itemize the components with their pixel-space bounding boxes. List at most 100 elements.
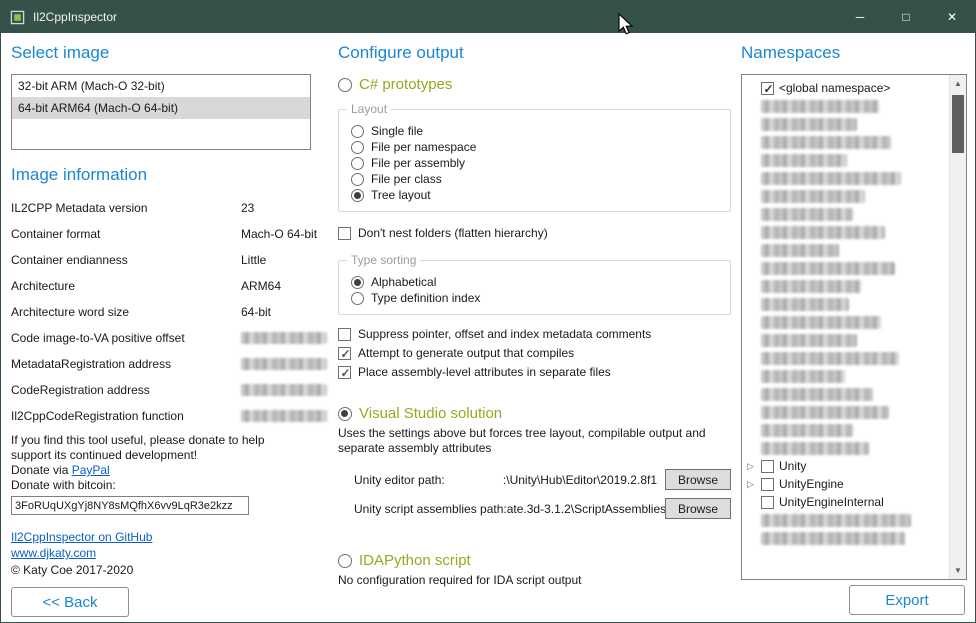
namespace-item[interactable]: [745, 205, 948, 223]
layout-groupbox: Layout Single fileFile per namespaceFile…: [338, 109, 731, 212]
minimize-button[interactable]: ─: [837, 1, 883, 33]
vs-description: Uses the settings above but forces tree …: [338, 426, 731, 456]
namespace-item[interactable]: [745, 277, 948, 295]
configure-output-panel: Configure output C# prototypes Layout Si…: [338, 33, 731, 623]
redacted-namespace: [761, 424, 853, 437]
back-button[interactable]: << Back: [11, 587, 129, 617]
namespace-item[interactable]: [745, 439, 948, 457]
namespaces-header: Namespaces: [741, 43, 967, 63]
github-link[interactable]: Il2CppInspector on GitHub: [11, 530, 152, 544]
radio-icon: [351, 173, 364, 186]
layout-option[interactable]: Single file: [351, 124, 720, 138]
layout-option[interactable]: File per namespace: [351, 140, 720, 154]
type-sorting-option[interactable]: Alphabetical: [351, 275, 720, 289]
flatten-checkbox[interactable]: Don't nest folders (flatten hierarchy): [338, 226, 731, 240]
namespace-item[interactable]: [745, 241, 948, 259]
radio-csharp-prototypes[interactable]: C# prototypes: [338, 76, 731, 93]
radio-idapython-script[interactable]: IDAPython script: [338, 552, 731, 569]
namespaces-box: <global namespace> Unity UnityEngine UnityE…: [741, 74, 967, 580]
titlebar[interactable]: Il2CppInspector ─ □ ✕: [1, 1, 975, 33]
redacted-namespace: [761, 388, 873, 401]
namespace-label: UnityEngine: [779, 477, 844, 491]
namespace-item[interactable]: [745, 223, 948, 241]
paypal-link[interactable]: PayPal: [72, 463, 110, 477]
expander-icon[interactable]: [745, 475, 756, 493]
info-row: Code image-to-VA positive offset: [11, 325, 327, 351]
redacted-namespace: [761, 316, 881, 329]
image-list-item[interactable]: 64-bit ARM64 (Mach-O 64-bit): [12, 97, 310, 119]
browse-script-path-button[interactable]: Browse: [665, 498, 731, 519]
layout-option[interactable]: File per assembly: [351, 156, 720, 170]
namespace-item[interactable]: [745, 421, 948, 439]
namespace-item[interactable]: [745, 313, 948, 331]
export-button[interactable]: Export: [849, 585, 965, 615]
redacted-namespace: [761, 532, 905, 545]
namespace-item[interactable]: [745, 295, 948, 313]
radio-icon: [351, 189, 364, 202]
namespace-item[interactable]: [745, 259, 948, 277]
unity-editor-path-row: Unity editor path: :\Unity\Hub\Editor\20…: [338, 469, 731, 490]
redacted-namespace: [761, 406, 889, 419]
maximize-button[interactable]: □: [883, 1, 929, 33]
info-row: Il2CppCodeRegistration function: [11, 403, 327, 429]
unity-script-path-row: Unity script assemblies path: ate.3d-3.1…: [338, 498, 731, 519]
namespace-item[interactable]: [745, 403, 948, 421]
radio-visual-studio-solution[interactable]: Visual Studio solution: [338, 405, 731, 422]
checkbox-icon: [761, 460, 774, 473]
namespace-item[interactable]: [745, 115, 948, 133]
namespace-item[interactable]: Unity: [745, 457, 948, 475]
namespace-item[interactable]: [745, 367, 948, 385]
namespace-item[interactable]: UnityEngineInternal: [745, 493, 948, 511]
output-checkbox[interactable]: Attempt to generate output that compiles: [338, 346, 731, 360]
info-value: Mach-O 64-bit: [241, 227, 317, 241]
namespace-item[interactable]: [745, 169, 948, 187]
namespace-item[interactable]: [745, 97, 948, 115]
unity-editor-path-value: :\Unity\Hub\Editor\2019.2.8f1: [445, 473, 665, 487]
scroll-up-icon[interactable]: [950, 75, 966, 92]
namespace-item[interactable]: [745, 331, 948, 349]
namespace-item[interactable]: UnityEngine: [745, 475, 948, 493]
namespace-item[interactable]: <global namespace>: [745, 79, 948, 97]
radio-label: Single file: [371, 124, 423, 138]
option-label: Visual Studio solution: [359, 405, 502, 422]
output-checkbox[interactable]: Suppress pointer, offset and index metad…: [338, 327, 731, 341]
checkbox-label: Attempt to generate output that compiles: [358, 346, 574, 360]
checkbox-icon: [338, 347, 351, 360]
scrollbar[interactable]: [949, 75, 966, 579]
groupbox-title: Type sorting: [347, 253, 420, 267]
namespace-item[interactable]: [745, 385, 948, 403]
output-checkbox[interactable]: Place assembly-level attributes in separ…: [338, 365, 731, 379]
radio-label: File per class: [371, 172, 442, 186]
layout-option[interactable]: Tree layout: [351, 188, 720, 202]
checkbox-icon: [761, 478, 774, 491]
namespace-item[interactable]: [745, 151, 948, 169]
info-value: 64-bit: [241, 305, 271, 319]
namespace-item[interactable]: [745, 349, 948, 367]
info-value: Little: [241, 253, 266, 267]
namespace-label: <global namespace>: [779, 81, 890, 95]
namespace-item[interactable]: [745, 529, 948, 547]
expander-icon[interactable]: [745, 457, 756, 475]
image-list-item[interactable]: 32-bit ARM (Mach-O 32-bit): [12, 75, 310, 97]
info-label: Architecture: [11, 279, 241, 293]
layout-options: Single file File per namespace File per as…: [351, 124, 720, 202]
namespace-item[interactable]: [745, 187, 948, 205]
scroll-down-icon[interactable]: [950, 562, 966, 579]
scrollbar-thumb[interactable]: [952, 95, 964, 153]
redacted-namespace: [761, 334, 857, 347]
image-listbox[interactable]: 32-bit ARM (Mach-O 32-bit)64-bit ARM64 (…: [11, 74, 311, 150]
redacted-namespace: [761, 352, 899, 365]
type-sorting-option[interactable]: Type definition index: [351, 291, 720, 305]
close-button[interactable]: ✕: [929, 1, 975, 33]
type-sorting-groupbox: Type sorting AlphabeticalType definition…: [338, 260, 731, 315]
type-sorting-options: Alphabetical Type definition index: [351, 275, 720, 305]
redacted-namespace: [761, 298, 849, 311]
checkbox-label: Suppress pointer, offset and index metad…: [358, 327, 651, 341]
website-link[interactable]: www.djkaty.com: [11, 546, 96, 560]
namespace-item[interactable]: [745, 511, 948, 529]
namespace-item[interactable]: [745, 133, 948, 151]
browse-editor-path-button[interactable]: Browse: [665, 469, 731, 490]
bitcoin-address-input[interactable]: [11, 496, 249, 515]
checkbox-label: Don't nest folders (flatten hierarchy): [358, 226, 548, 240]
layout-option[interactable]: File per class: [351, 172, 720, 186]
